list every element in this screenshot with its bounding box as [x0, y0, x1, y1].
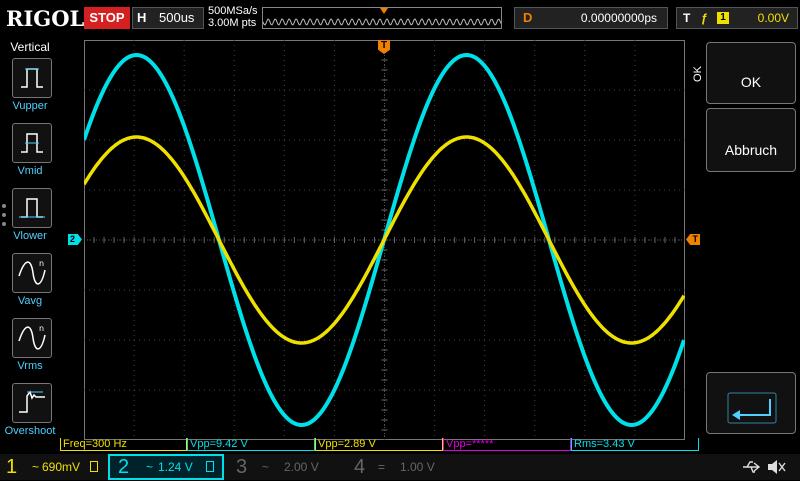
ok-button[interactable]: OK	[706, 42, 796, 104]
trigger-key: T	[683, 11, 691, 25]
meas-vpp-math[interactable]: Vpp=*****	[443, 438, 571, 451]
meas-vpp-ch2[interactable]: Vpp=9.42 V	[187, 438, 315, 451]
vupper-icon	[21, 68, 43, 88]
rising-edge-icon: ƒ	[701, 11, 708, 25]
menu-title: Vertical	[10, 40, 50, 54]
cancel-button[interactable]: Abbruch	[706, 108, 796, 172]
delay-key: D	[523, 10, 533, 25]
ch2-bandwidth-icon	[206, 461, 214, 472]
ch1-bandwidth-icon	[90, 461, 98, 472]
overshoot-label: Overshoot	[4, 425, 56, 437]
vavg-icon: n	[18, 259, 46, 285]
vmid-label: Vmid	[17, 165, 43, 177]
ch4-status[interactable]: 4 = 1.00 V	[348, 454, 458, 480]
waveform-display[interactable]	[82, 39, 686, 441]
sound-muted-icon[interactable]	[766, 458, 786, 481]
trigger-level-marker[interactable]: T	[686, 234, 700, 245]
measurement-bar: Freq=300 Hz Vpp=9.42 V Vpp=2.89 V Vpp=**…	[60, 438, 700, 452]
ok-side-label: OK	[691, 66, 704, 82]
svg-text:n: n	[39, 324, 44, 333]
menu-scroll-dots	[2, 204, 6, 226]
ch2-offset-marker[interactable]: 2	[68, 234, 82, 245]
vlower-label: Vlower	[13, 230, 47, 242]
meas-rms-ch2[interactable]: Rms=3.43 V	[571, 438, 699, 451]
delay-indicator[interactable]: D 0.00000000ps	[514, 7, 668, 29]
memory-depth: 3.00M pts	[208, 17, 257, 29]
vrms-icon: n	[18, 324, 46, 350]
timebase-indicator[interactable]: H 500us	[132, 7, 204, 29]
vavg-button[interactable]: n	[12, 253, 52, 293]
enter-button[interactable]	[706, 372, 796, 434]
usb-icon	[742, 460, 762, 479]
overshoot-button[interactable]	[12, 383, 52, 423]
sample-rate: 500MSa/s	[208, 5, 258, 17]
vupper-button[interactable]	[12, 58, 52, 98]
memory-overview-waveform-icon	[262, 8, 502, 26]
run-stop-status[interactable]: STOP	[84, 7, 130, 29]
ch3-status[interactable]: 3 ~ 2.00 V	[232, 454, 342, 480]
brand-logo: RIGOL	[6, 6, 85, 31]
enter-icon	[727, 392, 777, 424]
delay-value: 0.00000000ps	[580, 11, 657, 25]
ch1-status[interactable]: 1 ~ 690mV	[0, 454, 108, 480]
vmid-icon	[21, 133, 43, 153]
ch2-status[interactable]: 2 ~ 1.24 V	[108, 454, 224, 480]
vrms-label: Vrms	[17, 360, 43, 372]
vlower-icon	[19, 198, 45, 218]
trigger-source: 1	[717, 12, 729, 24]
memory-overview	[262, 7, 502, 29]
vlower-button[interactable]	[12, 188, 52, 228]
vrms-button[interactable]: n	[12, 318, 52, 358]
svg-text:n: n	[39, 259, 44, 268]
channel-status-bar: 1 ~ 690mV 2 ~ 1.24 V 3 ~ 2.00 V 4 = 1.00…	[0, 454, 800, 480]
meas-vpp-ch1[interactable]: Vpp=2.89 V	[315, 438, 443, 451]
overshoot-icon	[19, 390, 45, 413]
waveform-grid	[82, 39, 686, 441]
timebase-value: 500us	[159, 10, 195, 25]
vmid-button[interactable]	[12, 123, 52, 163]
vavg-label: Vavg	[17, 295, 43, 307]
meas-freq[interactable]: Freq=300 Hz	[60, 438, 187, 451]
timebase-key: H	[137, 10, 147, 25]
trigger-level-value: 0.00V	[757, 11, 789, 25]
trigger-indicator[interactable]: T ƒ 1 0.00V	[676, 7, 798, 29]
vupper-label: Vupper	[12, 100, 48, 112]
